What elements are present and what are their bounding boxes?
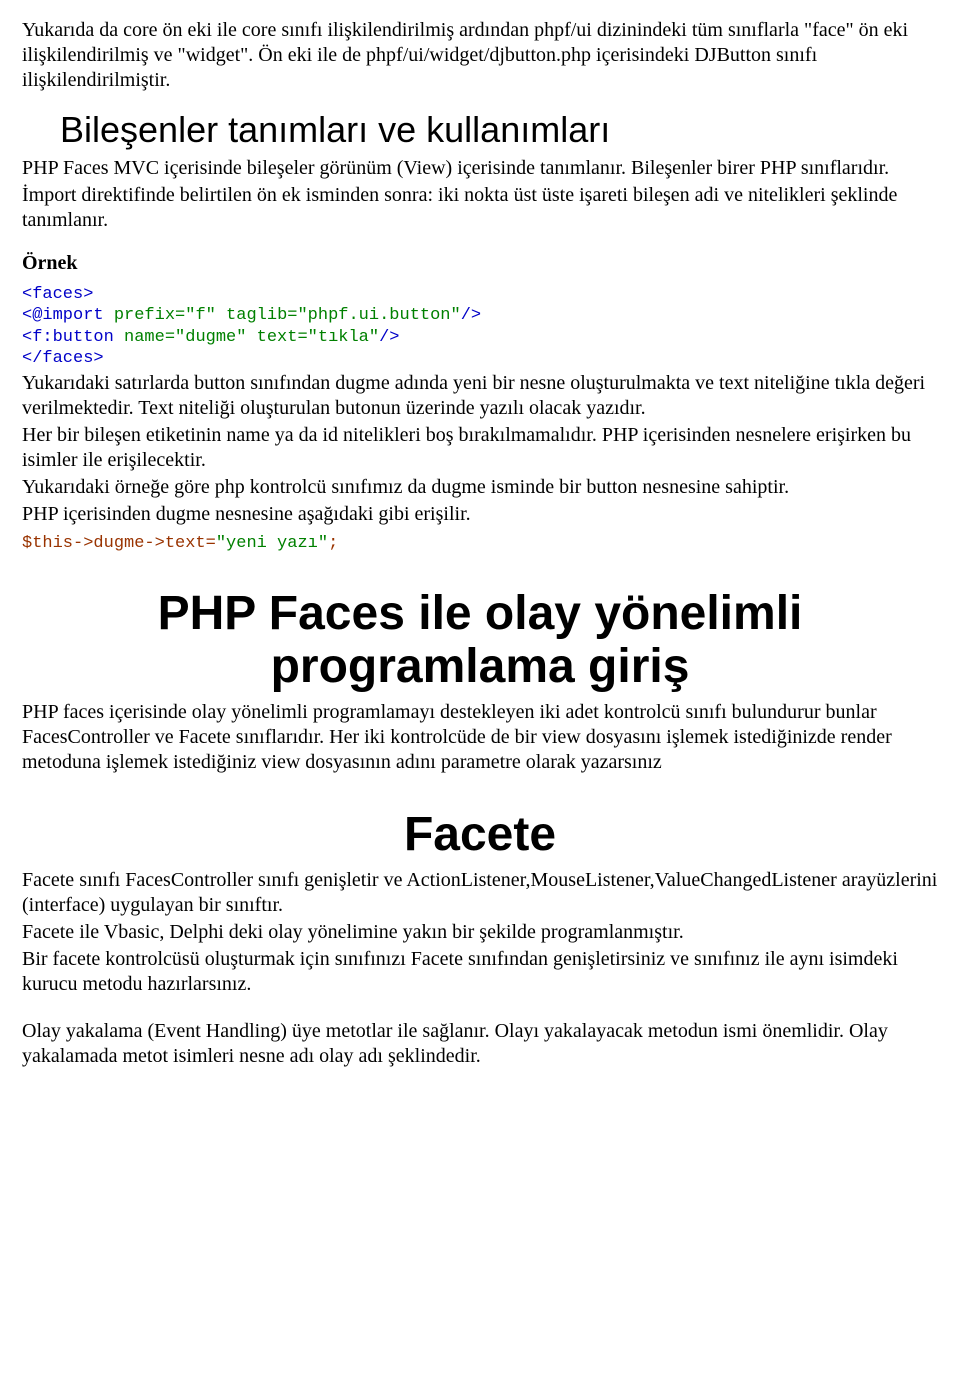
code-token: text="tıkla" (246, 328, 379, 347)
heading-line-1: PHP Faces ile olay yönelimli (158, 587, 803, 640)
code-token: name="dugme" (124, 328, 246, 347)
paragraph-mvc-view: PHP Faces MVC içerisinde bileşeler görün… (22, 156, 938, 181)
code-token: prefix="f" (114, 306, 216, 325)
heading-bilesenler: Bileşenler tanımları ve kullanımları (22, 107, 938, 152)
paragraph-facete-extends: Facete sınıfı FacesController sınıfı gen… (22, 868, 938, 918)
code-token: taglib="phpf.ui.button" (216, 306, 461, 325)
paragraph-event-intro: PHP faces içerisinde olay yönelimli prog… (22, 700, 938, 775)
code-token: /> (461, 306, 481, 325)
heading-line-2: programlama giriş (271, 640, 690, 693)
code-token: $this->dugme->text= (22, 534, 216, 553)
paragraph-php-access: PHP içerisinden dugme nesnesine aşağıdak… (22, 502, 938, 527)
code-example-php-access: $this->dugme->text="yeni yazı"; (22, 533, 938, 554)
code-token: "yeni yazı" (216, 534, 328, 553)
code-token: </faces> (22, 349, 104, 368)
paragraph-button-explain: Yukarıdaki satırlarda button sınıfından … (22, 371, 938, 421)
paragraph-event-handling: Olay yakalama (Event Handling) üye metot… (22, 1019, 938, 1069)
code-token: <faces> (22, 285, 93, 304)
heading-facete: Facete (22, 809, 938, 862)
paragraph-name-id: Her bir bileşen etiketinin name ya da id… (22, 423, 938, 473)
code-token: <@import (22, 306, 114, 325)
code-example-faces: <faces> <@import prefix="f" taglib="phpf… (22, 284, 938, 369)
heading-php-faces-event: PHP Faces ile olay yönelimli programlama… (22, 588, 938, 694)
example-label: Örnek (22, 251, 938, 276)
code-token: ; (328, 534, 338, 553)
paragraph-controller-dugme: Yukarıdaki örneğe göre php kontrolcü sın… (22, 475, 938, 500)
paragraph-facete-constructor: Bir facete kontrolcüsü oluşturmak için s… (22, 947, 938, 997)
paragraph-facete-vb-delphi: Facete ile Vbasic, Delphi deki olay yöne… (22, 920, 938, 945)
paragraph-import-directive: İmport direktifinde belirtilen ön ek ism… (22, 183, 938, 233)
paragraph-core-prefix: Yukarıda da core ön eki ile core sınıfı … (22, 18, 938, 93)
code-token: /> (379, 328, 399, 347)
code-token: <f:button (22, 328, 124, 347)
